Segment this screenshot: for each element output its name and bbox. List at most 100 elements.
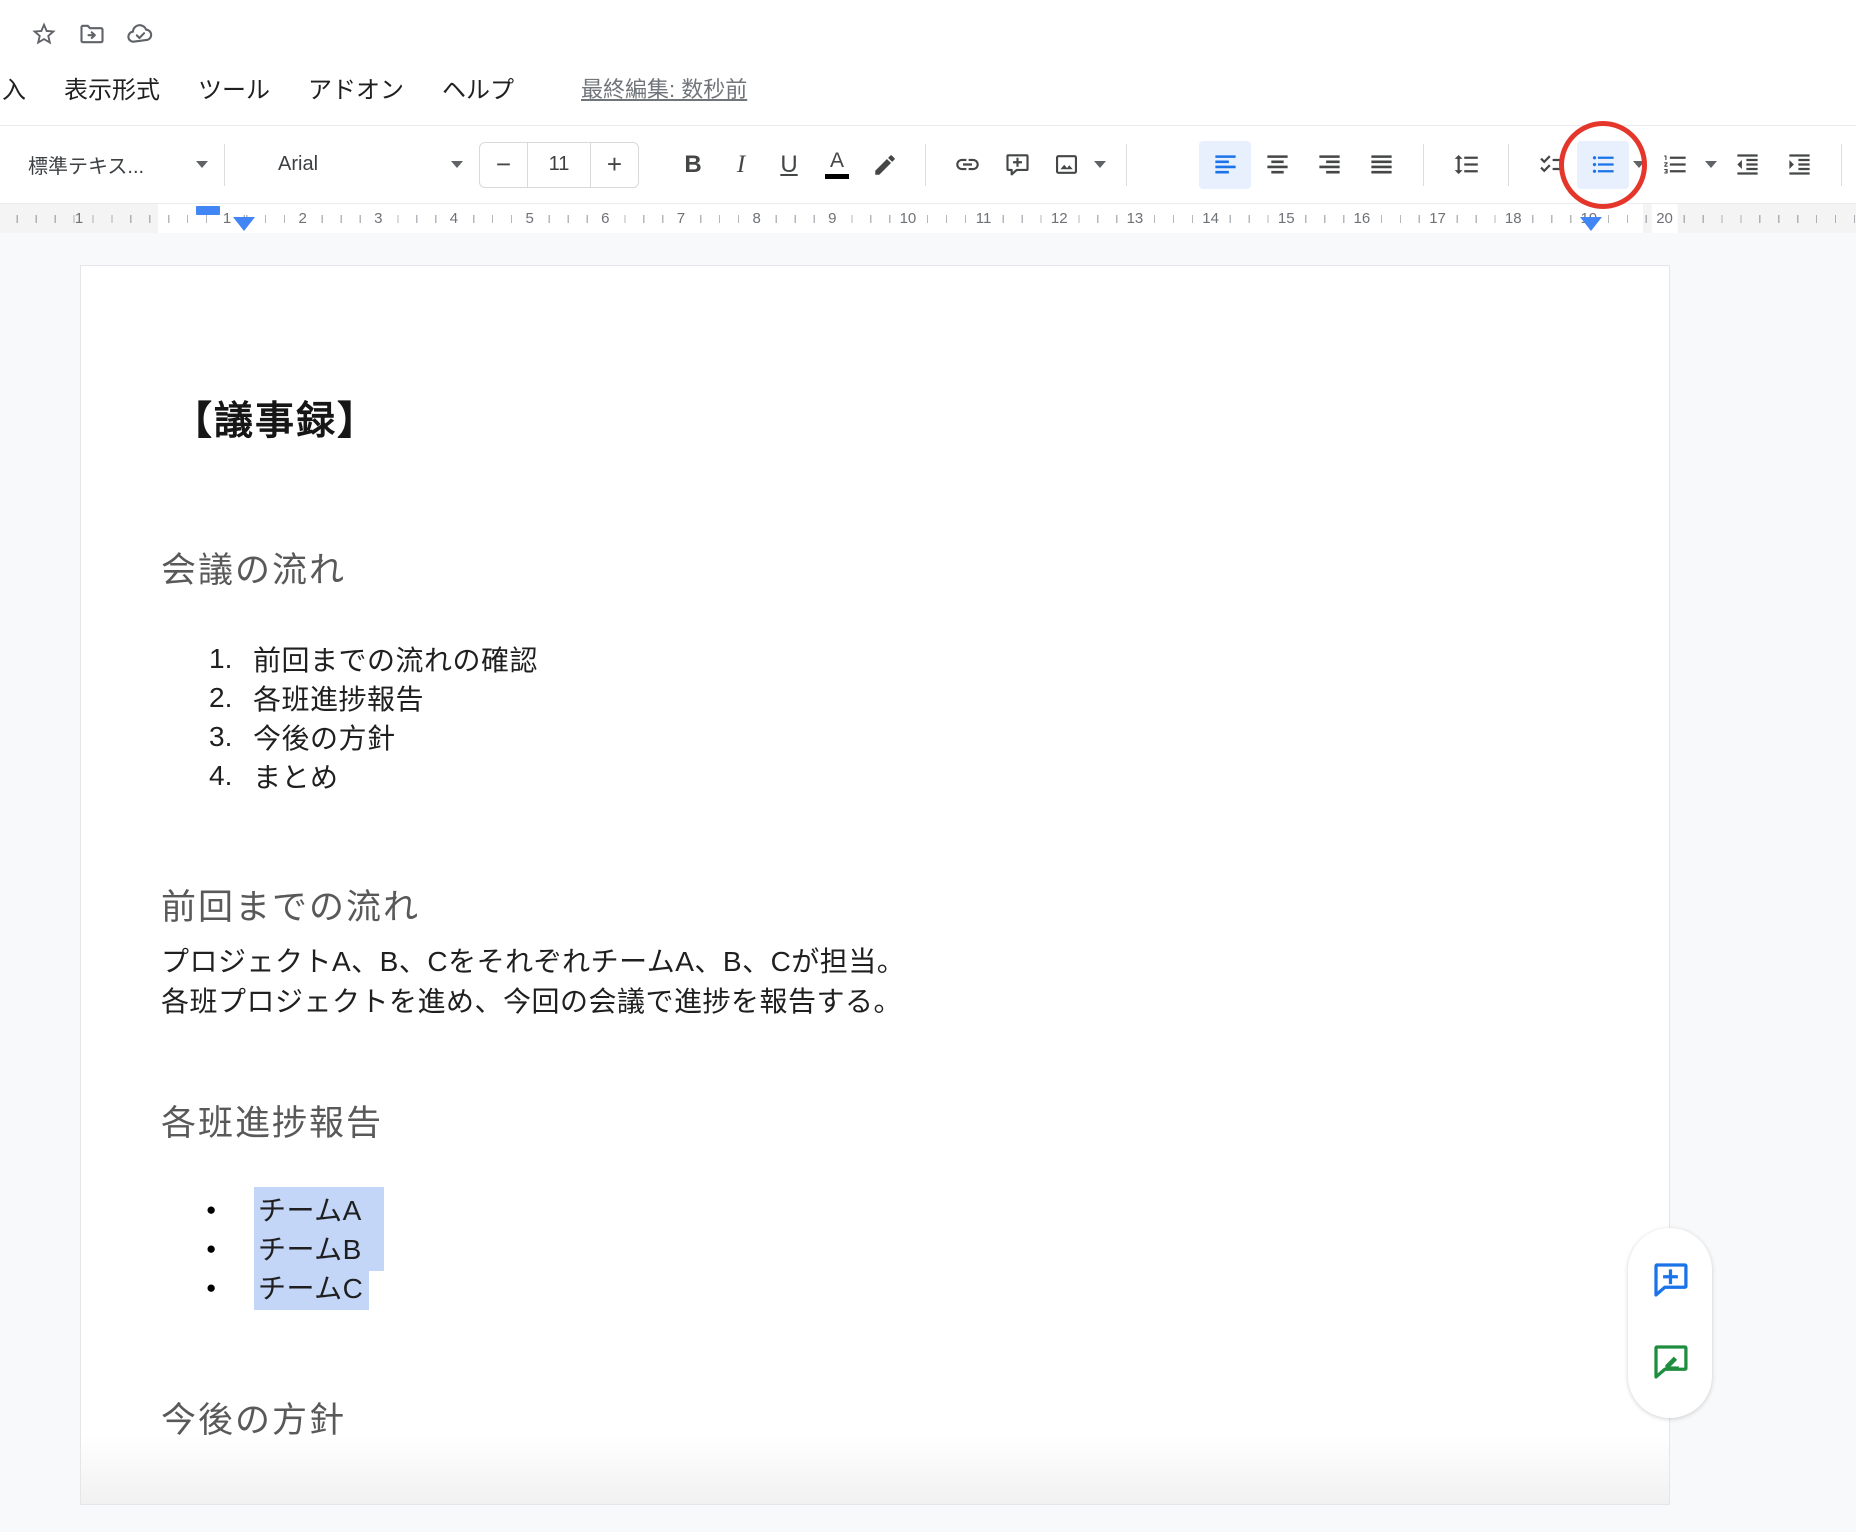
italic-icon: I bbox=[737, 151, 745, 179]
menu-item[interactable]: ツール bbox=[198, 70, 270, 105]
text-color-button[interactable]: A bbox=[813, 141, 861, 189]
chevron-down-icon bbox=[196, 161, 208, 168]
paragraph-style-value: 標準テキス... bbox=[28, 150, 144, 179]
list-item-text: 前回までの流れの確認 bbox=[253, 639, 538, 679]
menu-item[interactable]: ヘルプ bbox=[442, 70, 514, 105]
menu-item[interactable]: アドオン bbox=[308, 70, 404, 105]
team-list-item[interactable]: ● チームA bbox=[206, 1190, 384, 1229]
paragraph-style-dropdown[interactable]: 標準テキス... bbox=[28, 141, 208, 189]
list-item-text: まとめ bbox=[253, 756, 339, 796]
insert-link-button[interactable] bbox=[942, 141, 992, 189]
bulleted-list-dropdown[interactable] bbox=[1629, 141, 1649, 189]
ruler-number: 18 bbox=[1500, 204, 1527, 234]
team-list-item[interactable]: ● チームC bbox=[206, 1268, 384, 1307]
ruler-number: 14 bbox=[1197, 204, 1224, 234]
right-indent-marker[interactable] bbox=[1580, 217, 1602, 231]
ruler-number: 20 bbox=[1651, 204, 1678, 234]
chevron-down-icon bbox=[1633, 161, 1645, 168]
add-comment-icon bbox=[1004, 151, 1031, 178]
team-list-item[interactable]: ● チームB bbox=[206, 1229, 384, 1268]
document-title: 【議事録】 bbox=[173, 390, 378, 446]
decrease-font-size-button[interactable]: − bbox=[480, 143, 527, 187]
add-comment-button[interactable] bbox=[992, 141, 1042, 189]
suggest-edit-icon bbox=[1647, 1339, 1693, 1390]
left-indent-marker[interactable] bbox=[233, 217, 255, 231]
italic-button[interactable]: I bbox=[717, 141, 765, 189]
ruler-number: 5 bbox=[520, 204, 538, 234]
paragraph-line: 各班プロジェクトを進め、今回の会議で進捗を報告する。 bbox=[161, 982, 905, 1022]
font-size-control: − 11 + bbox=[479, 142, 639, 188]
toolbar-divider bbox=[224, 144, 225, 186]
align-left-icon bbox=[1212, 151, 1239, 178]
ruler-number: 13 bbox=[1122, 204, 1149, 234]
ruler-number: 12 bbox=[1046, 204, 1073, 234]
list-number: 4. bbox=[209, 760, 253, 792]
bullet-glyph: ● bbox=[206, 1239, 222, 1259]
checklist-icon bbox=[1538, 151, 1565, 178]
first-line-indent-marker[interactable] bbox=[196, 206, 220, 215]
menu-item[interactable]: 入 bbox=[2, 70, 26, 105]
checklist-button[interactable] bbox=[1525, 141, 1577, 189]
agenda-list-item[interactable]: 1. 前回までの流れの確認 bbox=[209, 639, 538, 678]
list-number: 2. bbox=[209, 682, 253, 714]
toolbar-divider bbox=[1423, 144, 1424, 186]
last-edit-link[interactable]: 最終編集: 数秒前 bbox=[581, 72, 747, 104]
previous-paragraph[interactable]: プロジェクトA、B、CをそれぞれチームA、B、Cが担当。 各班プロジェクトを進め… bbox=[161, 942, 905, 1022]
increase-font-size-button[interactable]: + bbox=[591, 143, 638, 187]
ruler-number: 2 bbox=[293, 204, 311, 234]
align-right-icon bbox=[1316, 151, 1343, 178]
topbar: 入 表示形式 ツール アドオン ヘルプ 最終編集: 数秒前 bbox=[0, 0, 1856, 125]
ruler[interactable]: 1 1234567891011121314151617181920 bbox=[0, 203, 1856, 234]
align-center-button[interactable] bbox=[1251, 141, 1303, 189]
justify-button[interactable] bbox=[1355, 141, 1407, 189]
team-bulleted-list: ● チームA ● チームB ● チームC bbox=[206, 1190, 384, 1307]
align-right-button[interactable] bbox=[1303, 141, 1355, 189]
bulleted-list-button[interactable] bbox=[1577, 141, 1629, 189]
numbered-list-icon bbox=[1662, 151, 1689, 178]
suggest-edits-fab[interactable] bbox=[1647, 1341, 1693, 1387]
ruler-number: 3 bbox=[369, 204, 387, 234]
toolbar-divider bbox=[925, 144, 926, 186]
toolbar-divider bbox=[1508, 144, 1509, 186]
line-spacing-button[interactable] bbox=[1440, 141, 1492, 189]
underline-button[interactable]: U bbox=[765, 141, 813, 189]
font-size-value[interactable]: 11 bbox=[527, 143, 591, 187]
highlight-color-button[interactable] bbox=[861, 141, 909, 189]
chevron-down-icon bbox=[1094, 161, 1106, 168]
menubar: 入 表示形式 ツール アドオン ヘルプ bbox=[2, 66, 514, 108]
list-item-text: 今後の方針 bbox=[253, 717, 396, 757]
align-center-icon bbox=[1264, 151, 1291, 178]
agenda-list-item[interactable]: 4. まとめ bbox=[209, 756, 538, 795]
star-icon[interactable] bbox=[30, 20, 58, 48]
list-item-text: 各班進捗報告 bbox=[253, 678, 424, 718]
ruler-number: 16 bbox=[1349, 204, 1376, 234]
menu-item[interactable]: 表示形式 bbox=[64, 70, 160, 105]
decrease-indent-button[interactable] bbox=[1721, 141, 1773, 189]
numbered-list-button[interactable] bbox=[1649, 141, 1701, 189]
bullet-glyph: ● bbox=[206, 1200, 222, 1220]
ruler-number: 8 bbox=[747, 204, 765, 234]
insert-image-button[interactable] bbox=[1042, 141, 1090, 189]
format-group: B I U A bbox=[669, 141, 909, 189]
add-comment-fab[interactable] bbox=[1647, 1259, 1693, 1305]
bulleted-list-icon bbox=[1590, 151, 1617, 178]
ruler-number: 11 bbox=[971, 204, 997, 234]
font-family-dropdown[interactable]: Arial bbox=[278, 141, 463, 189]
quick-actions bbox=[30, 20, 154, 48]
increase-indent-button[interactable] bbox=[1773, 141, 1825, 189]
ruler-number: 1 bbox=[70, 204, 88, 234]
numbered-list-dropdown[interactable] bbox=[1701, 141, 1721, 189]
align-left-button[interactable] bbox=[1199, 141, 1251, 189]
bullet-glyph: ● bbox=[206, 1278, 222, 1298]
agenda-list-item[interactable]: 3. 今後の方針 bbox=[209, 717, 538, 756]
bold-button[interactable]: B bbox=[669, 141, 717, 189]
cloud-saved-icon[interactable] bbox=[126, 20, 154, 48]
document-page[interactable]: 【議事録】 会議の流れ 1. 前回までの流れの確認 2. 各班進捗報告 3. 今… bbox=[80, 265, 1670, 1505]
move-folder-icon[interactable] bbox=[78, 20, 106, 48]
list-number: 3. bbox=[209, 721, 253, 753]
add-comment-icon bbox=[1647, 1257, 1693, 1308]
agenda-list-item[interactable]: 2. 各班進捗報告 bbox=[209, 678, 538, 717]
chevron-down-icon bbox=[1705, 161, 1717, 168]
heading-progress: 各班進捗報告 bbox=[161, 1095, 383, 1146]
insert-image-dropdown[interactable] bbox=[1090, 141, 1110, 189]
